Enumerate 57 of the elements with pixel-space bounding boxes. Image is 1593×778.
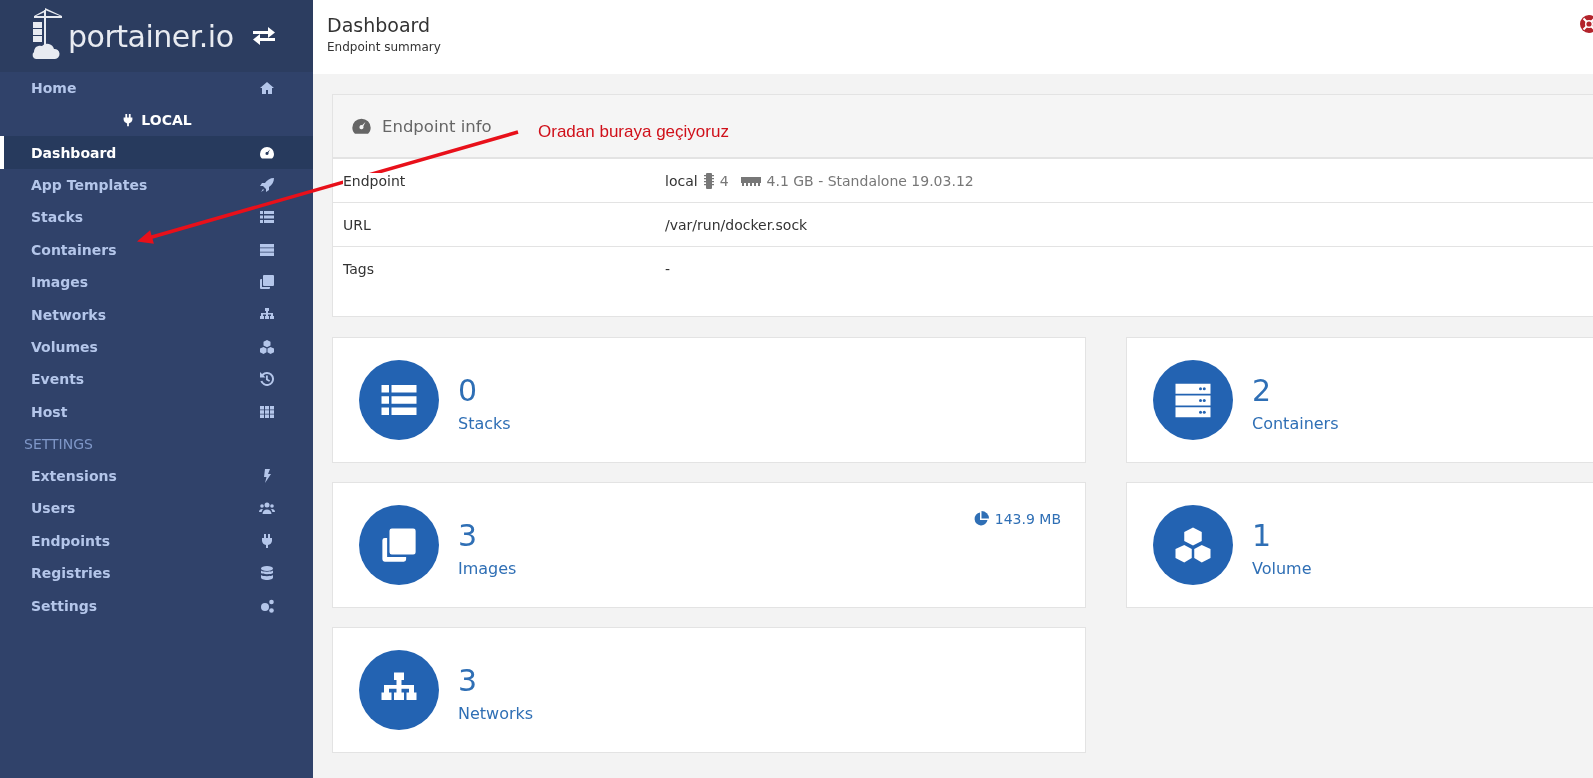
sidebar-item[interactable]: Networks (0, 298, 313, 331)
stat-label: Stacks (458, 414, 511, 433)
endpoint-value: - (665, 260, 671, 277)
endpoint-value: local (665, 172, 698, 189)
sidebar-item[interactable]: Users (0, 492, 313, 525)
stat-label: Images (458, 559, 517, 578)
stat-label: Volume (1252, 559, 1312, 578)
clone-icon (259, 274, 275, 291)
panel-title: Endpoint info (382, 116, 492, 136)
server-icon (259, 241, 275, 258)
cpu-count: 4 (719, 172, 729, 189)
sidebar-item[interactable]: Home (0, 72, 313, 105)
list-icon (259, 209, 275, 226)
stat-label: Networks (458, 704, 534, 723)
endpoint-heading: LOCAL (141, 112, 192, 129)
stat-count: 3 (458, 518, 479, 553)
pie-chart-icon (972, 511, 989, 527)
clone-icon (380, 526, 418, 564)
cubes-icon (259, 338, 275, 355)
sidebar-item[interactable]: Settings (0, 589, 313, 622)
logo-text: portainer.io (68, 18, 234, 54)
memory-icon (740, 174, 761, 187)
home-icon (259, 80, 275, 97)
sidebar-item[interactable]: Host (0, 395, 313, 428)
sidebar-item[interactable]: App Templates (0, 168, 313, 202)
stat-count: 3 (458, 663, 479, 698)
grid-icon (259, 403, 275, 420)
stat-label: Containers (1252, 414, 1339, 433)
lifebuoy-icon[interactable] (1580, 15, 1593, 33)
disk-size: 143.9 MB (994, 511, 1061, 527)
page-subtitle: Endpoint summary (327, 40, 441, 54)
swap-arrows-icon[interactable] (253, 27, 275, 45)
endpoint-value: /var/run/docker.sock (665, 216, 808, 233)
row-label: Endpoint (343, 172, 406, 189)
sidebar-item[interactable]: Images (0, 265, 313, 299)
memory-info: 4.1 GB - Standalone 19.03.12 (766, 172, 974, 189)
rocket-icon (259, 176, 275, 193)
sidebar-item[interactable]: Stacks (0, 201, 313, 234)
stat-count: 1 (1252, 518, 1273, 553)
database-icon (259, 565, 275, 582)
sidebar-item[interactable]: Dashboard (0, 136, 313, 169)
sidebar-item[interactable]: Endpoints (0, 524, 313, 558)
page-title: Dashboard (327, 14, 432, 36)
plug-icon (259, 532, 275, 549)
stat-count: 0 (458, 373, 479, 408)
annotation-text: Oradan buraya geçiyoruz (538, 122, 729, 142)
sidebar-item[interactable]: Containers (0, 233, 313, 266)
history-icon (259, 371, 275, 388)
sidebar-item[interactable]: Registries (0, 557, 313, 590)
users-icon (259, 500, 275, 517)
sidebar-item[interactable]: Volumes (0, 330, 313, 364)
cpu-chip-icon (703, 172, 714, 189)
dashboard-gauge-icon (259, 144, 275, 161)
sidebar-item[interactable]: Events (0, 363, 313, 396)
stat-count: 2 (1252, 373, 1273, 408)
sidebar-item[interactable]: Extensions (0, 459, 313, 493)
section-heading: SETTINGS (24, 435, 93, 452)
